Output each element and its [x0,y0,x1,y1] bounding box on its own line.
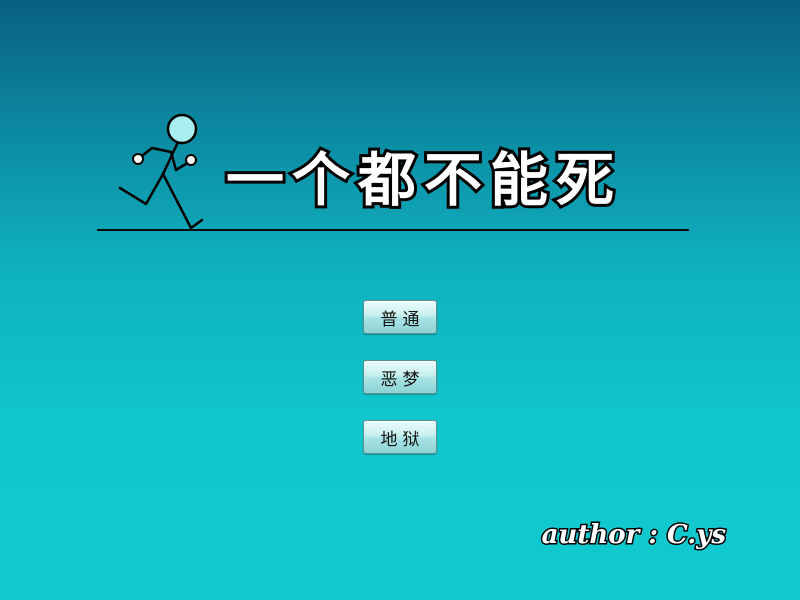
running-stickman-icon [118,113,204,230]
title-underline [97,229,689,231]
nightmare-mode-button[interactable]: 恶梦 [363,360,437,394]
normal-mode-button[interactable]: 普通 [363,300,437,334]
hell-mode-button[interactable]: 地狱 [363,420,437,454]
title-screen: 一个都不能死 普通 恶梦 地狱 author : C.ys [0,0,800,600]
game-title: 一个都不能死 [223,143,623,217]
author-credit: author : C.ys [540,519,727,552]
